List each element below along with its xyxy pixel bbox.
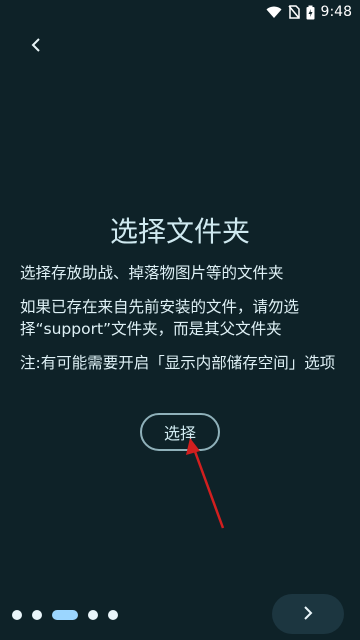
page-dot-active [52,610,78,620]
page-title: 选择文件夹 [109,215,250,248]
page-dot [32,610,42,620]
clock-time: 9:48 [320,4,352,20]
description-text: 选择存放助战、掉落物图片等的文件夹 [20,264,284,282]
chevron-left-icon [31,37,41,56]
notice-text: 注:有可能需要开启「显示内部储存空间」选项 [20,354,336,372]
chevron-right-icon [303,605,313,624]
back-button[interactable] [24,34,48,58]
status-bar: 9:48 [0,0,360,24]
previous-install-note: 如果已存在来自先前安装的文件，请勿选择“support”文件夹，而是其父文件夹 [20,298,300,338]
battery-charging-icon [306,5,315,20]
no-sim-icon [287,5,300,19]
page-dot [108,610,118,620]
page-dot [88,610,98,620]
wifi-icon [266,5,282,19]
annotation-arrow-icon [186,438,225,529]
page-indicator [12,610,118,620]
next-button[interactable] [272,594,344,634]
page-dot [12,610,22,620]
